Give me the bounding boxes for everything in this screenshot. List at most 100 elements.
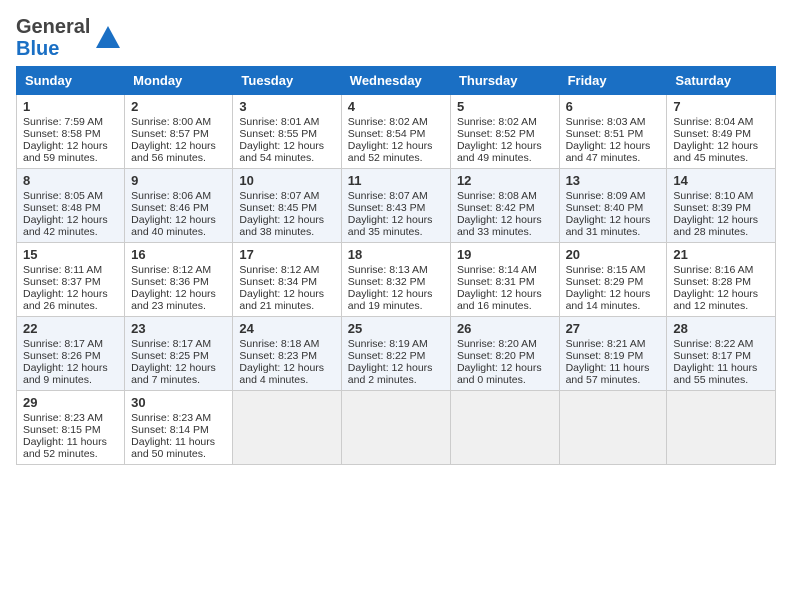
sunrise-text: Sunrise: 8:03 AM	[566, 116, 661, 128]
sunrise-text: Sunrise: 8:06 AM	[131, 190, 226, 202]
sunset-text: Sunset: 8:54 PM	[348, 128, 444, 140]
sunset-text: Sunset: 8:57 PM	[131, 128, 226, 140]
calendar-cell: 25Sunrise: 8:19 AMSunset: 8:22 PMDayligh…	[341, 317, 450, 391]
sunset-text: Sunset: 8:17 PM	[673, 350, 769, 362]
daylight-text: Daylight: 12 hours and 54 minutes.	[239, 140, 334, 164]
sunrise-text: Sunrise: 8:00 AM	[131, 116, 226, 128]
calendar-cell: 9Sunrise: 8:06 AMSunset: 8:46 PMDaylight…	[125, 169, 233, 243]
sunset-text: Sunset: 8:32 PM	[348, 276, 444, 288]
day-number: 19	[457, 247, 553, 262]
daylight-text: Daylight: 12 hours and 16 minutes.	[457, 288, 553, 312]
column-header-tuesday: Tuesday	[233, 67, 341, 95]
calendar-cell: 14Sunrise: 8:10 AMSunset: 8:39 PMDayligh…	[667, 169, 776, 243]
day-number: 18	[348, 247, 444, 262]
calendar-cell: 26 Sunrise: 8:20 AMSunset: 8:20 PMDayligh…	[450, 317, 559, 391]
day-number: 9	[131, 173, 226, 188]
logo-general: General	[16, 16, 90, 38]
calendar-cell: 29Sunrise: 8:23 AMSunset: 8:15 PMDayligh…	[17, 391, 125, 465]
sunset-text: Sunset: 8:40 PM	[566, 202, 661, 214]
sunset-text: Sunset: 8:34 PM	[239, 276, 334, 288]
calendar-cell: 12Sunrise: 8:08 AMSunset: 8:42 PMDayligh…	[450, 169, 559, 243]
sunset-text: Sunset: 8:26 PM	[23, 350, 118, 362]
calendar-cell: 2Sunrise: 8:00 AMSunset: 8:57 PMDaylight…	[125, 95, 233, 169]
calendar-cell: 6Sunrise: 8:03 AMSunset: 8:51 PMDaylight…	[559, 95, 667, 169]
daylight-text: Daylight: 12 hours and 35 minutes.	[348, 214, 444, 238]
sunrise-text: Sunrise: 8:23 AM	[131, 412, 226, 424]
calendar-cell: 11Sunrise: 8:07 AMSunset: 8:43 PMDayligh…	[341, 169, 450, 243]
daylight-text: Daylight: 11 hours and 57 minutes.	[566, 362, 661, 386]
sunrise-text: Sunrise: 8:15 AM	[566, 264, 661, 276]
calendar-cell: 7Sunrise: 8:04 AMSunset: 8:49 PMDaylight…	[667, 95, 776, 169]
sunrise-text: Sunrise: 8:17 AM	[131, 338, 226, 350]
day-number: 29	[23, 395, 118, 410]
sunset-text: Sunset: 8:48 PM	[23, 202, 118, 214]
logo-blue: Blue	[16, 38, 59, 60]
day-number: 26	[457, 321, 553, 336]
daylight-text: Daylight: 12 hours and 59 minutes.	[23, 140, 118, 164]
day-number: 14	[673, 173, 769, 188]
daylight-text: Daylight: 11 hours and 50 minutes.	[131, 436, 226, 460]
day-number: 27	[566, 321, 661, 336]
calendar-cell: 4Sunrise: 8:02 AMSunset: 8:54 PMDaylight…	[341, 95, 450, 169]
sunrise-text: Sunrise: 8:01 AM	[239, 116, 334, 128]
sunrise-text: Sunrise: 8:20 AM	[457, 338, 553, 350]
day-number: 30	[131, 395, 226, 410]
sunset-text: Sunset: 8:43 PM	[348, 202, 444, 214]
sunset-text: Sunset: 8:55 PM	[239, 128, 334, 140]
sunrise-text: Sunrise: 8:12 AM	[239, 264, 334, 276]
calendar-week-row: 15Sunrise: 8:11 AMSunset: 8:37 PMDayligh…	[17, 243, 776, 317]
daylight-text: Daylight: 12 hours and 14 minutes.	[566, 288, 661, 312]
calendar-cell: 13Sunrise: 8:09 AMSunset: 8:40 PMDayligh…	[559, 169, 667, 243]
sunrise-text: Sunrise: 8:12 AM	[131, 264, 226, 276]
daylight-text: Daylight: 11 hours and 52 minutes.	[23, 436, 118, 460]
daylight-text: Daylight: 12 hours and 19 minutes.	[348, 288, 444, 312]
column-header-friday: Friday	[559, 67, 667, 95]
day-number: 13	[566, 173, 661, 188]
sunset-text: Sunset: 8:25 PM	[131, 350, 226, 362]
daylight-text: Daylight: 12 hours and 31 minutes.	[566, 214, 661, 238]
calendar-cell	[450, 391, 559, 465]
day-number: 4	[348, 99, 444, 114]
sunset-text: Sunset: 8:19 PM	[566, 350, 661, 362]
daylight-text: Daylight: 12 hours and 0 minutes.	[457, 362, 553, 386]
logo: General Blue	[16, 16, 122, 60]
calendar-week-row: 8Sunrise: 8:05 AMSunset: 8:48 PMDaylight…	[17, 169, 776, 243]
sunrise-text: Sunrise: 7:59 AM	[23, 116, 118, 128]
column-header-wednesday: Wednesday	[341, 67, 450, 95]
calendar-cell	[233, 391, 341, 465]
calendar-cell: 1Sunrise: 7:59 AMSunset: 8:58 PMDaylight…	[17, 95, 125, 169]
day-number: 7	[673, 99, 769, 114]
calendar-cell	[341, 391, 450, 465]
day-number: 25	[348, 321, 444, 336]
sunset-text: Sunset: 8:52 PM	[457, 128, 553, 140]
sunset-text: Sunset: 8:20 PM	[457, 350, 553, 362]
sunset-text: Sunset: 8:51 PM	[566, 128, 661, 140]
calendar-cell: 23Sunrise: 8:17 AMSunset: 8:25 PMDayligh…	[125, 317, 233, 391]
calendar-cell: 8 Sunrise: 8:05 AMSunset: 8:48 PMDaylight…	[17, 169, 125, 243]
sunrise-text: Sunrise: 8:05 AM	[23, 190, 118, 202]
calendar-week-row: 1Sunrise: 7:59 AMSunset: 8:58 PMDaylight…	[17, 95, 776, 169]
sunset-text: Sunset: 8:49 PM	[673, 128, 769, 140]
sunrise-text: Sunrise: 8:10 AM	[673, 190, 769, 202]
calendar-cell: 17Sunrise: 8:12 AMSunset: 8:34 PMDayligh…	[233, 243, 341, 317]
calendar-cell: 21Sunrise: 8:16 AMSunset: 8:28 PMDayligh…	[667, 243, 776, 317]
calendar-cell: 10Sunrise: 8:07 AMSunset: 8:45 PMDayligh…	[233, 169, 341, 243]
column-header-sunday: Sunday	[17, 67, 125, 95]
day-number: 2	[131, 99, 226, 114]
day-number: 6	[566, 99, 661, 114]
day-number: 17	[239, 247, 334, 262]
daylight-text: Daylight: 12 hours and 9 minutes.	[23, 362, 118, 386]
calendar-cell: 22Sunrise: 8:17 AMSunset: 8:26 PMDayligh…	[17, 317, 125, 391]
day-number: 12	[457, 173, 553, 188]
daylight-text: Daylight: 12 hours and 4 minutes.	[239, 362, 334, 386]
calendar-cell: 27Sunrise: 8:21 AMSunset: 8:19 PMDayligh…	[559, 317, 667, 391]
column-header-monday: Monday	[125, 67, 233, 95]
daylight-text: Daylight: 12 hours and 38 minutes.	[239, 214, 334, 238]
day-number: 23	[131, 321, 226, 336]
daylight-text: Daylight: 12 hours and 42 minutes.	[23, 214, 118, 238]
day-number: 22	[23, 321, 118, 336]
header: General Blue	[16, 16, 776, 60]
daylight-text: Daylight: 12 hours and 2 minutes.	[348, 362, 444, 386]
day-number: 8	[23, 173, 118, 188]
sunset-text: Sunset: 8:36 PM	[131, 276, 226, 288]
